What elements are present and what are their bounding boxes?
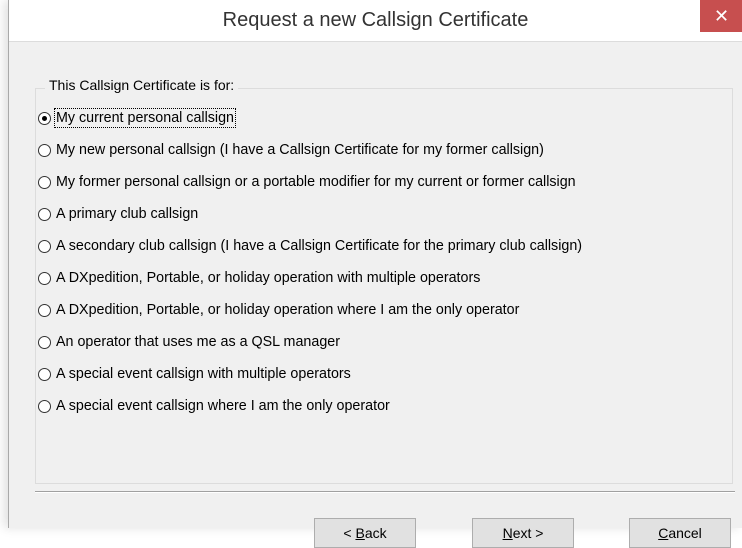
- next-button-rest: ext >: [512, 525, 544, 541]
- radio-button-icon[interactable]: [38, 207, 51, 221]
- radio-button-icon[interactable]: [38, 239, 51, 253]
- option-label[interactable]: A special event callsign where I am the …: [55, 397, 391, 415]
- option-label[interactable]: My current personal callsign: [54, 108, 236, 128]
- option-label[interactable]: A special event callsign with multiple o…: [55, 365, 352, 383]
- option-dxpedition-single[interactable]: A DXpedition, Portable, or holiday opera…: [38, 297, 520, 323]
- close-button[interactable]: ✕: [700, 0, 742, 32]
- option-label[interactable]: A DXpedition, Portable, or holiday opera…: [55, 269, 481, 287]
- option-special-event-single[interactable]: A special event callsign where I am the …: [38, 393, 391, 419]
- back-button-mnemonic: B: [355, 525, 365, 541]
- groupbox-legend: This Callsign Certificate is for:: [45, 77, 239, 93]
- button-separator: [35, 491, 735, 493]
- option-current-personal[interactable]: My current personal callsign: [38, 105, 236, 131]
- next-button-mnemonic: N: [502, 525, 513, 541]
- option-dxpedition-multi[interactable]: A DXpedition, Portable, or holiday opera…: [38, 265, 481, 291]
- option-label[interactable]: A secondary club callsign (I have a Call…: [55, 237, 583, 255]
- next-button[interactable]: Next >: [472, 518, 574, 548]
- radio-button-icon[interactable]: [38, 367, 51, 381]
- cancel-button[interactable]: Cancel: [629, 518, 731, 548]
- option-label[interactable]: An operator that uses me as a QSL manage…: [55, 333, 341, 351]
- dialog-title: Request a new Callsign Certificate: [222, 9, 529, 31]
- option-new-personal[interactable]: My new personal callsign (I have a Calls…: [38, 137, 545, 163]
- cancel-button-mnemonic: C: [658, 525, 669, 541]
- dialog-window: Request a new Callsign Certificate ✕ Thi…: [8, 0, 742, 548]
- cancel-button-rest: ancel: [668, 525, 702, 541]
- option-qsl-manager[interactable]: An operator that uses me as a QSL manage…: [38, 329, 341, 355]
- back-button[interactable]: < Back: [314, 518, 416, 548]
- radio-button-icon[interactable]: [38, 271, 51, 285]
- close-icon: ✕: [713, 6, 730, 26]
- option-label[interactable]: A DXpedition, Portable, or holiday opera…: [55, 301, 520, 319]
- radio-button-icon[interactable]: [38, 175, 51, 189]
- radio-button-icon[interactable]: [38, 111, 51, 125]
- radio-button-icon[interactable]: [38, 335, 51, 349]
- radio-button-icon[interactable]: [38, 303, 51, 317]
- back-button-prefix: <: [343, 525, 356, 541]
- option-special-event-multi[interactable]: A special event callsign with multiple o…: [38, 361, 352, 387]
- option-label[interactable]: A primary club callsign: [55, 205, 199, 223]
- title-bar[interactable]: Request a new Callsign Certificate ✕: [9, 0, 742, 41]
- option-former-personal[interactable]: My former personal callsign or a portabl…: [38, 169, 577, 195]
- option-label[interactable]: My new personal callsign (I have a Calls…: [55, 141, 545, 159]
- option-label[interactable]: My former personal callsign or a portabl…: [55, 173, 577, 191]
- option-primary-club[interactable]: A primary club callsign: [38, 201, 199, 227]
- back-button-rest: ack: [364, 525, 387, 541]
- radio-button-icon[interactable]: [38, 399, 51, 413]
- dialog-body: This Callsign Certificate is for: My cur…: [9, 41, 742, 548]
- option-secondary-club[interactable]: A secondary club callsign (I have a Call…: [38, 233, 583, 259]
- radio-button-icon[interactable]: [38, 143, 51, 157]
